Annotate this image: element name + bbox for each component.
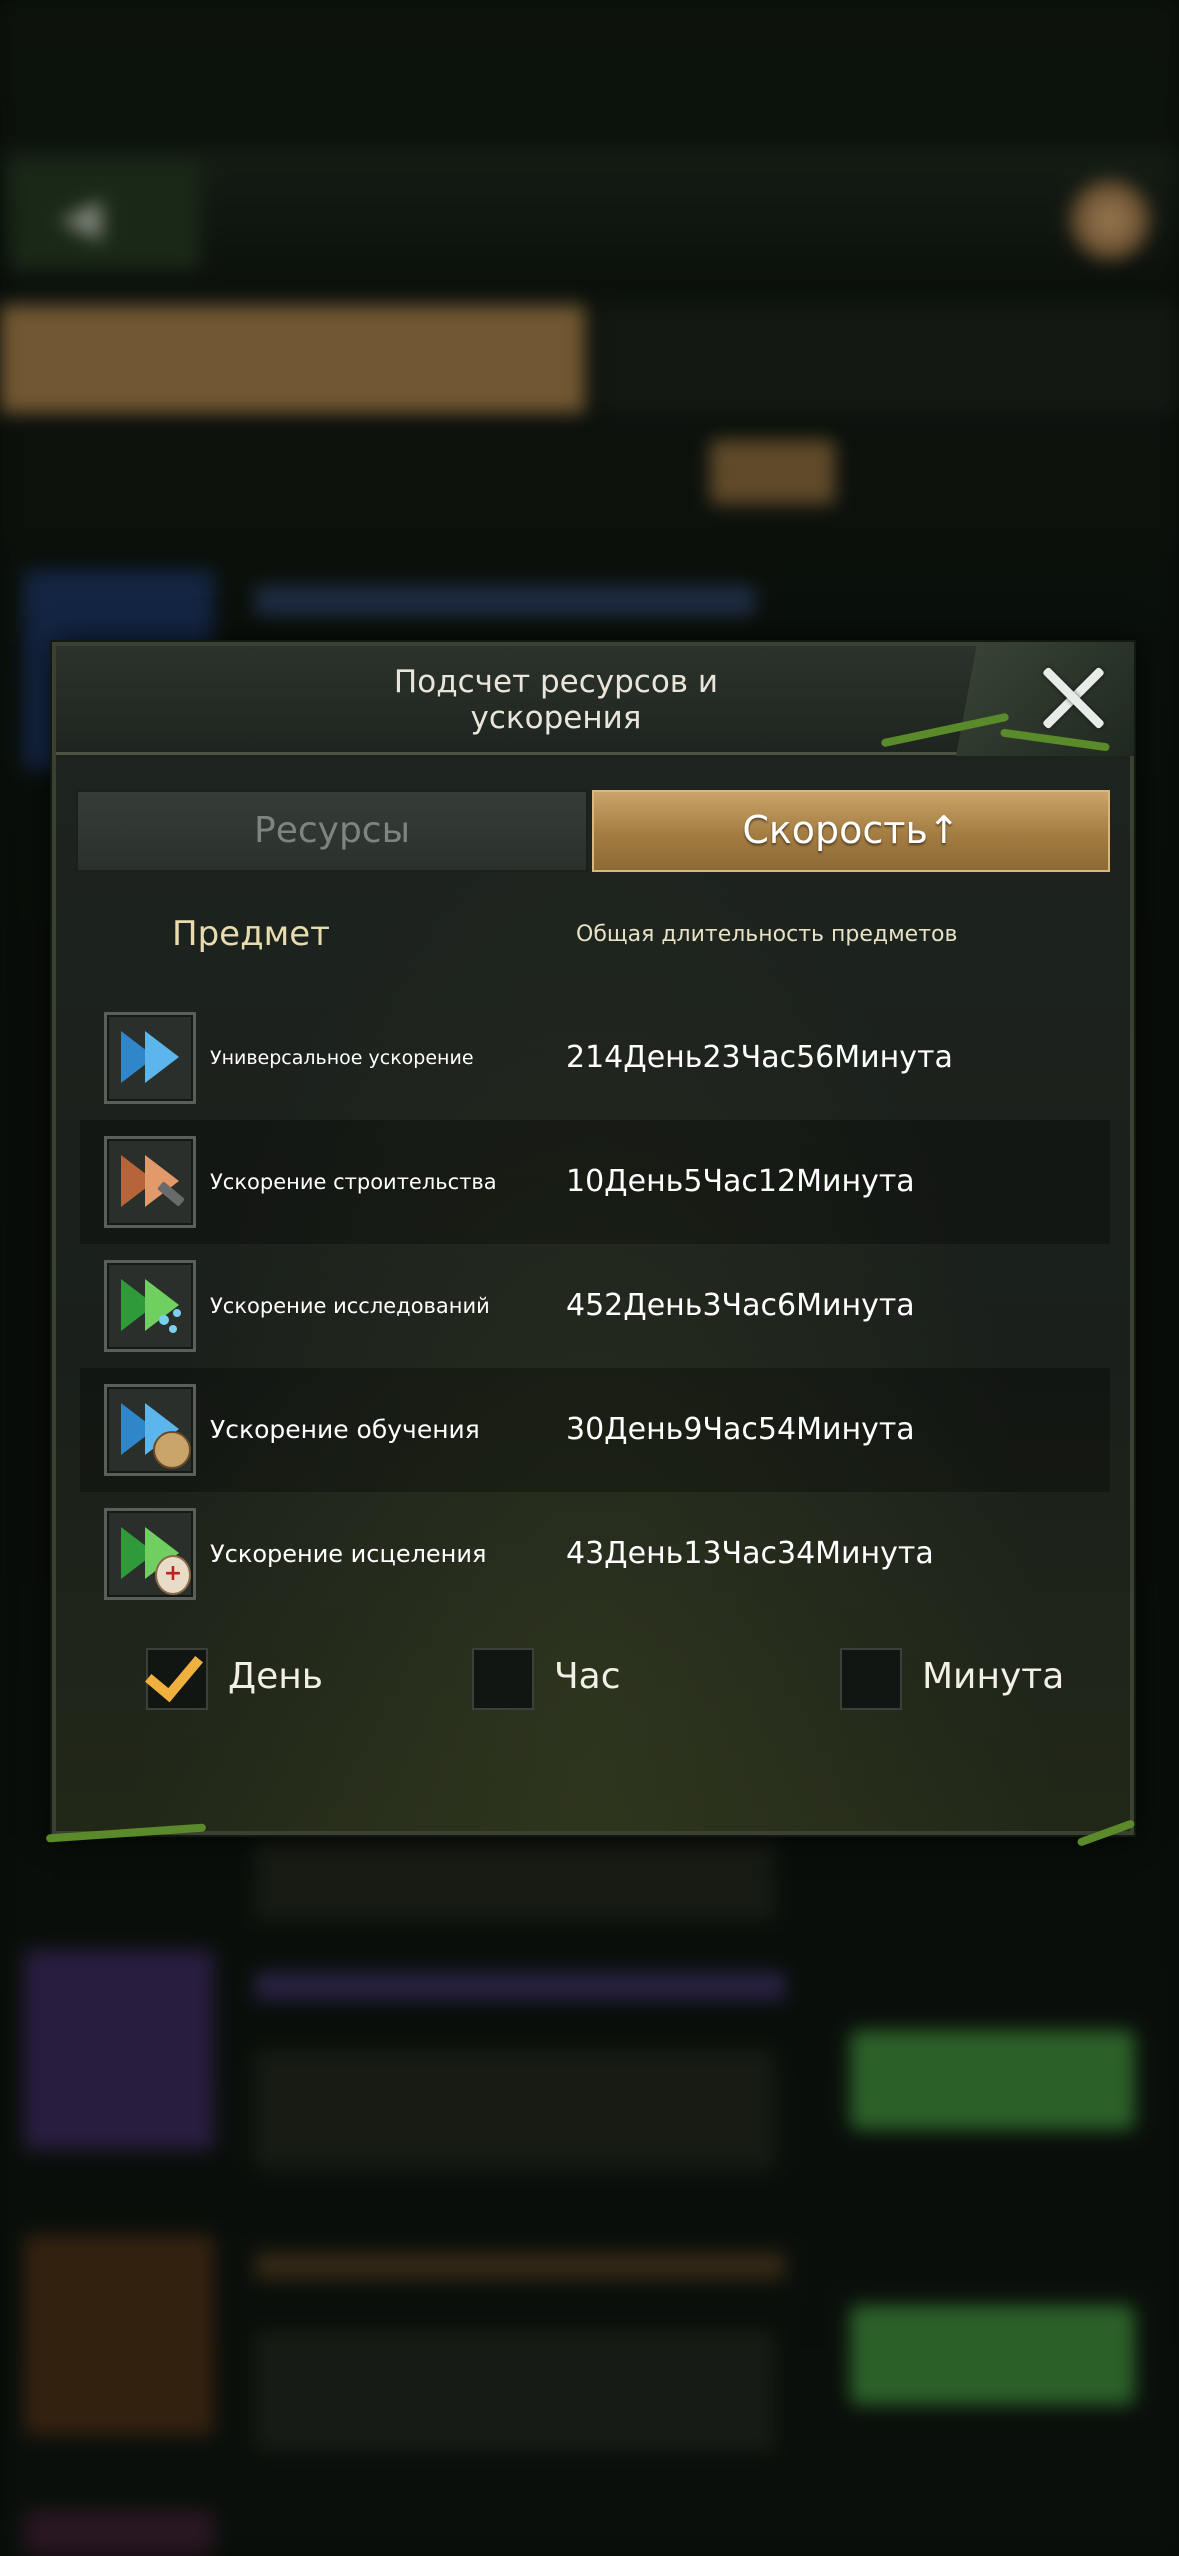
- checkbox-hour-label[interactable]: Час: [554, 1656, 621, 1697]
- tab-speed[interactable]: Скорость↑: [592, 790, 1110, 872]
- item-duration: 452День3Час6Минута: [566, 1288, 915, 1323]
- list-item: Ускорение исследований 452День3Час6Минут…: [80, 1244, 1110, 1368]
- checkbox-day[interactable]: [145, 1641, 208, 1710]
- item-duration: 43День13Час34Минута: [566, 1536, 934, 1571]
- close-icon[interactable]: [1036, 660, 1110, 734]
- item-name: Универсальное ускорение: [210, 1047, 474, 1069]
- item-name: Ускорение строительства: [210, 1170, 497, 1194]
- checkbox-hour[interactable]: [472, 1648, 534, 1710]
- list-item: + Ускорение исцеления 43День13Час34Минут…: [80, 1492, 1110, 1616]
- helmet-icon: [153, 1431, 191, 1469]
- research-speedup-icon: [104, 1260, 196, 1352]
- column-header-duration: Общая длительность предметов: [576, 922, 958, 947]
- checkbox-minute[interactable]: [840, 1648, 902, 1710]
- item-duration: 214День23Час56Минута: [566, 1040, 953, 1075]
- checkbox-day-label[interactable]: День: [228, 1656, 323, 1697]
- list-item: Ускорение строительства 10День5Час12Мину…: [80, 1120, 1110, 1244]
- universal-speedup-icon: [104, 1012, 196, 1104]
- speedup-list: Универсальное ускорение 214День23Час56Ми…: [80, 996, 1110, 1616]
- research-dots-icon: [159, 1315, 169, 1325]
- medical-bag-icon: +: [155, 1555, 191, 1595]
- dialog-tabs: Ресурсы Скорость↑: [76, 790, 1110, 872]
- checkmark-icon: [145, 1641, 203, 1703]
- item-duration: 10День5Час12Минута: [566, 1164, 915, 1199]
- list-item: Универсальное ускорение 214День23Час56Ми…: [80, 996, 1110, 1120]
- training-speedup-icon: [104, 1384, 196, 1476]
- item-name: Ускорение обучения: [210, 1415, 480, 1444]
- checkbox-minute-label[interactable]: Минута: [922, 1656, 1064, 1697]
- research-dots-icon: [173, 1309, 181, 1317]
- research-dots-icon: [169, 1325, 177, 1333]
- dialog-title: Подсчет ресурсов и ускорения: [393, 664, 719, 736]
- list-item: Ускорение обучения 30День9Час54Минута: [80, 1368, 1110, 1492]
- healing-speedup-icon: +: [104, 1508, 196, 1600]
- item-name: Ускорение исцеления: [210, 1540, 487, 1568]
- item-duration: 30День9Час54Минута: [566, 1412, 915, 1447]
- construction-speedup-icon: [104, 1136, 196, 1228]
- column-header-item: Предмет: [172, 914, 330, 954]
- tab-resources[interactable]: Ресурсы: [76, 790, 588, 872]
- item-name: Ускорение исследований: [210, 1294, 490, 1318]
- resource-speedup-dialog: Подсчет ресурсов и ускорения Ресурсы Ско…: [45, 642, 1136, 1848]
